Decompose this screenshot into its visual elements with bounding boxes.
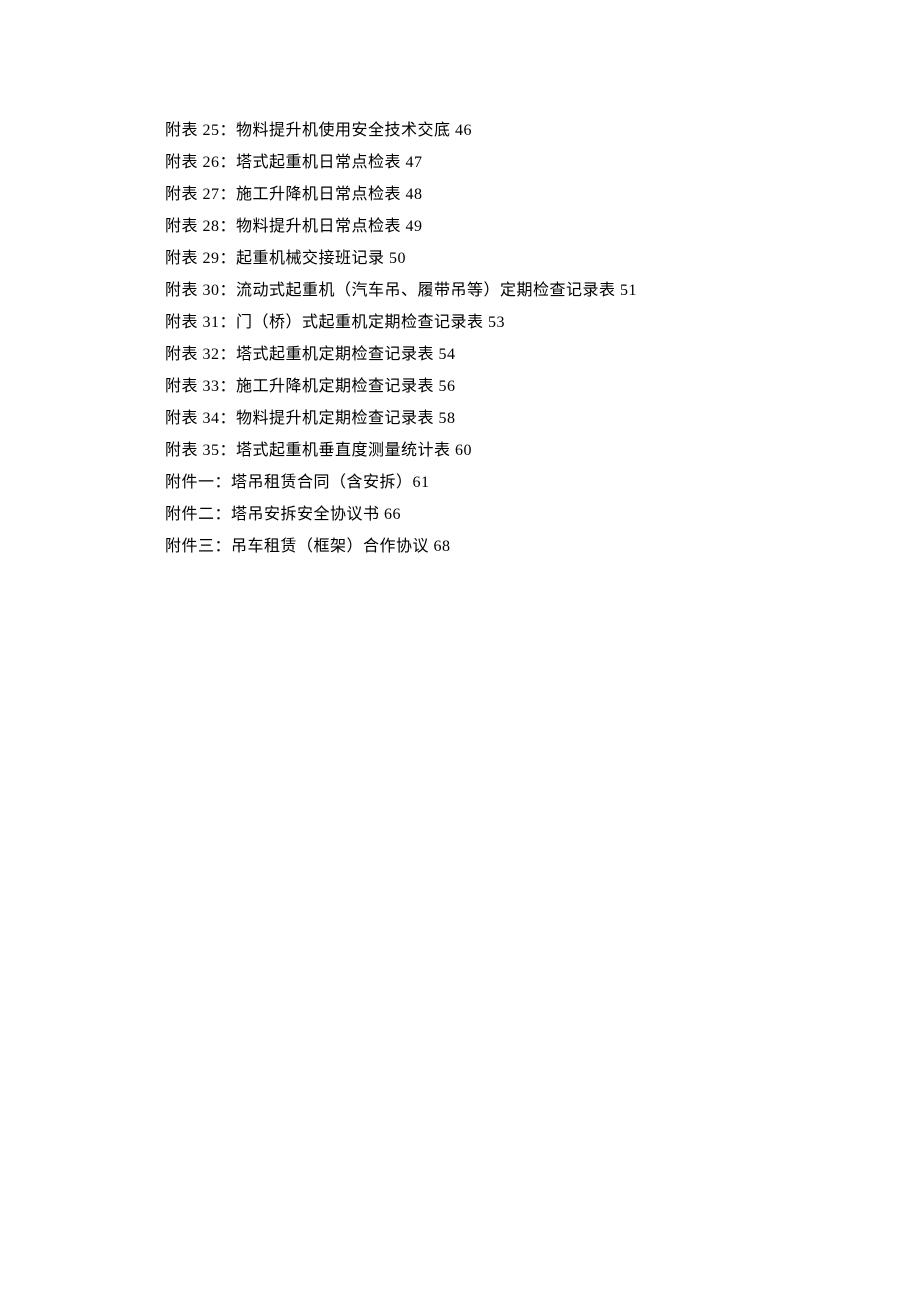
toc-entry: 附表 25：物料提升机使用安全技术交底 46 xyxy=(165,115,920,147)
toc-entry: 附表 29：起重机械交接班记录 50 xyxy=(165,243,920,275)
toc-entry: 附表 31：门（桥）式起重机定期检查记录表 53 xyxy=(165,307,920,339)
toc-entry: 附件三：吊车租赁（框架）合作协议 68 xyxy=(165,531,920,563)
toc-entry: 附表 34：物料提升机定期检查记录表 58 xyxy=(165,403,920,435)
toc-entry: 附表 26：塔式起重机日常点检表 47 xyxy=(165,147,920,179)
toc-entry: 附表 35：塔式起重机垂直度测量统计表 60 xyxy=(165,435,920,467)
toc-entry: 附表 33：施工升降机定期检查记录表 56 xyxy=(165,371,920,403)
toc-entry: 附件二：塔吊安拆安全协议书 66 xyxy=(165,499,920,531)
toc-entry: 附表 30：流动式起重机（汽车吊、履带吊等）定期检查记录表 51 xyxy=(165,275,920,307)
table-of-contents: 附表 25：物料提升机使用安全技术交底 46 附表 26：塔式起重机日常点检表 … xyxy=(165,115,920,563)
toc-entry: 附表 27：施工升降机日常点检表 48 xyxy=(165,179,920,211)
toc-entry: 附表 32：塔式起重机定期检查记录表 54 xyxy=(165,339,920,371)
toc-entry: 附表 28：物料提升机日常点检表 49 xyxy=(165,211,920,243)
toc-entry: 附件一：塔吊租赁合同（含安拆）61 xyxy=(165,467,920,499)
